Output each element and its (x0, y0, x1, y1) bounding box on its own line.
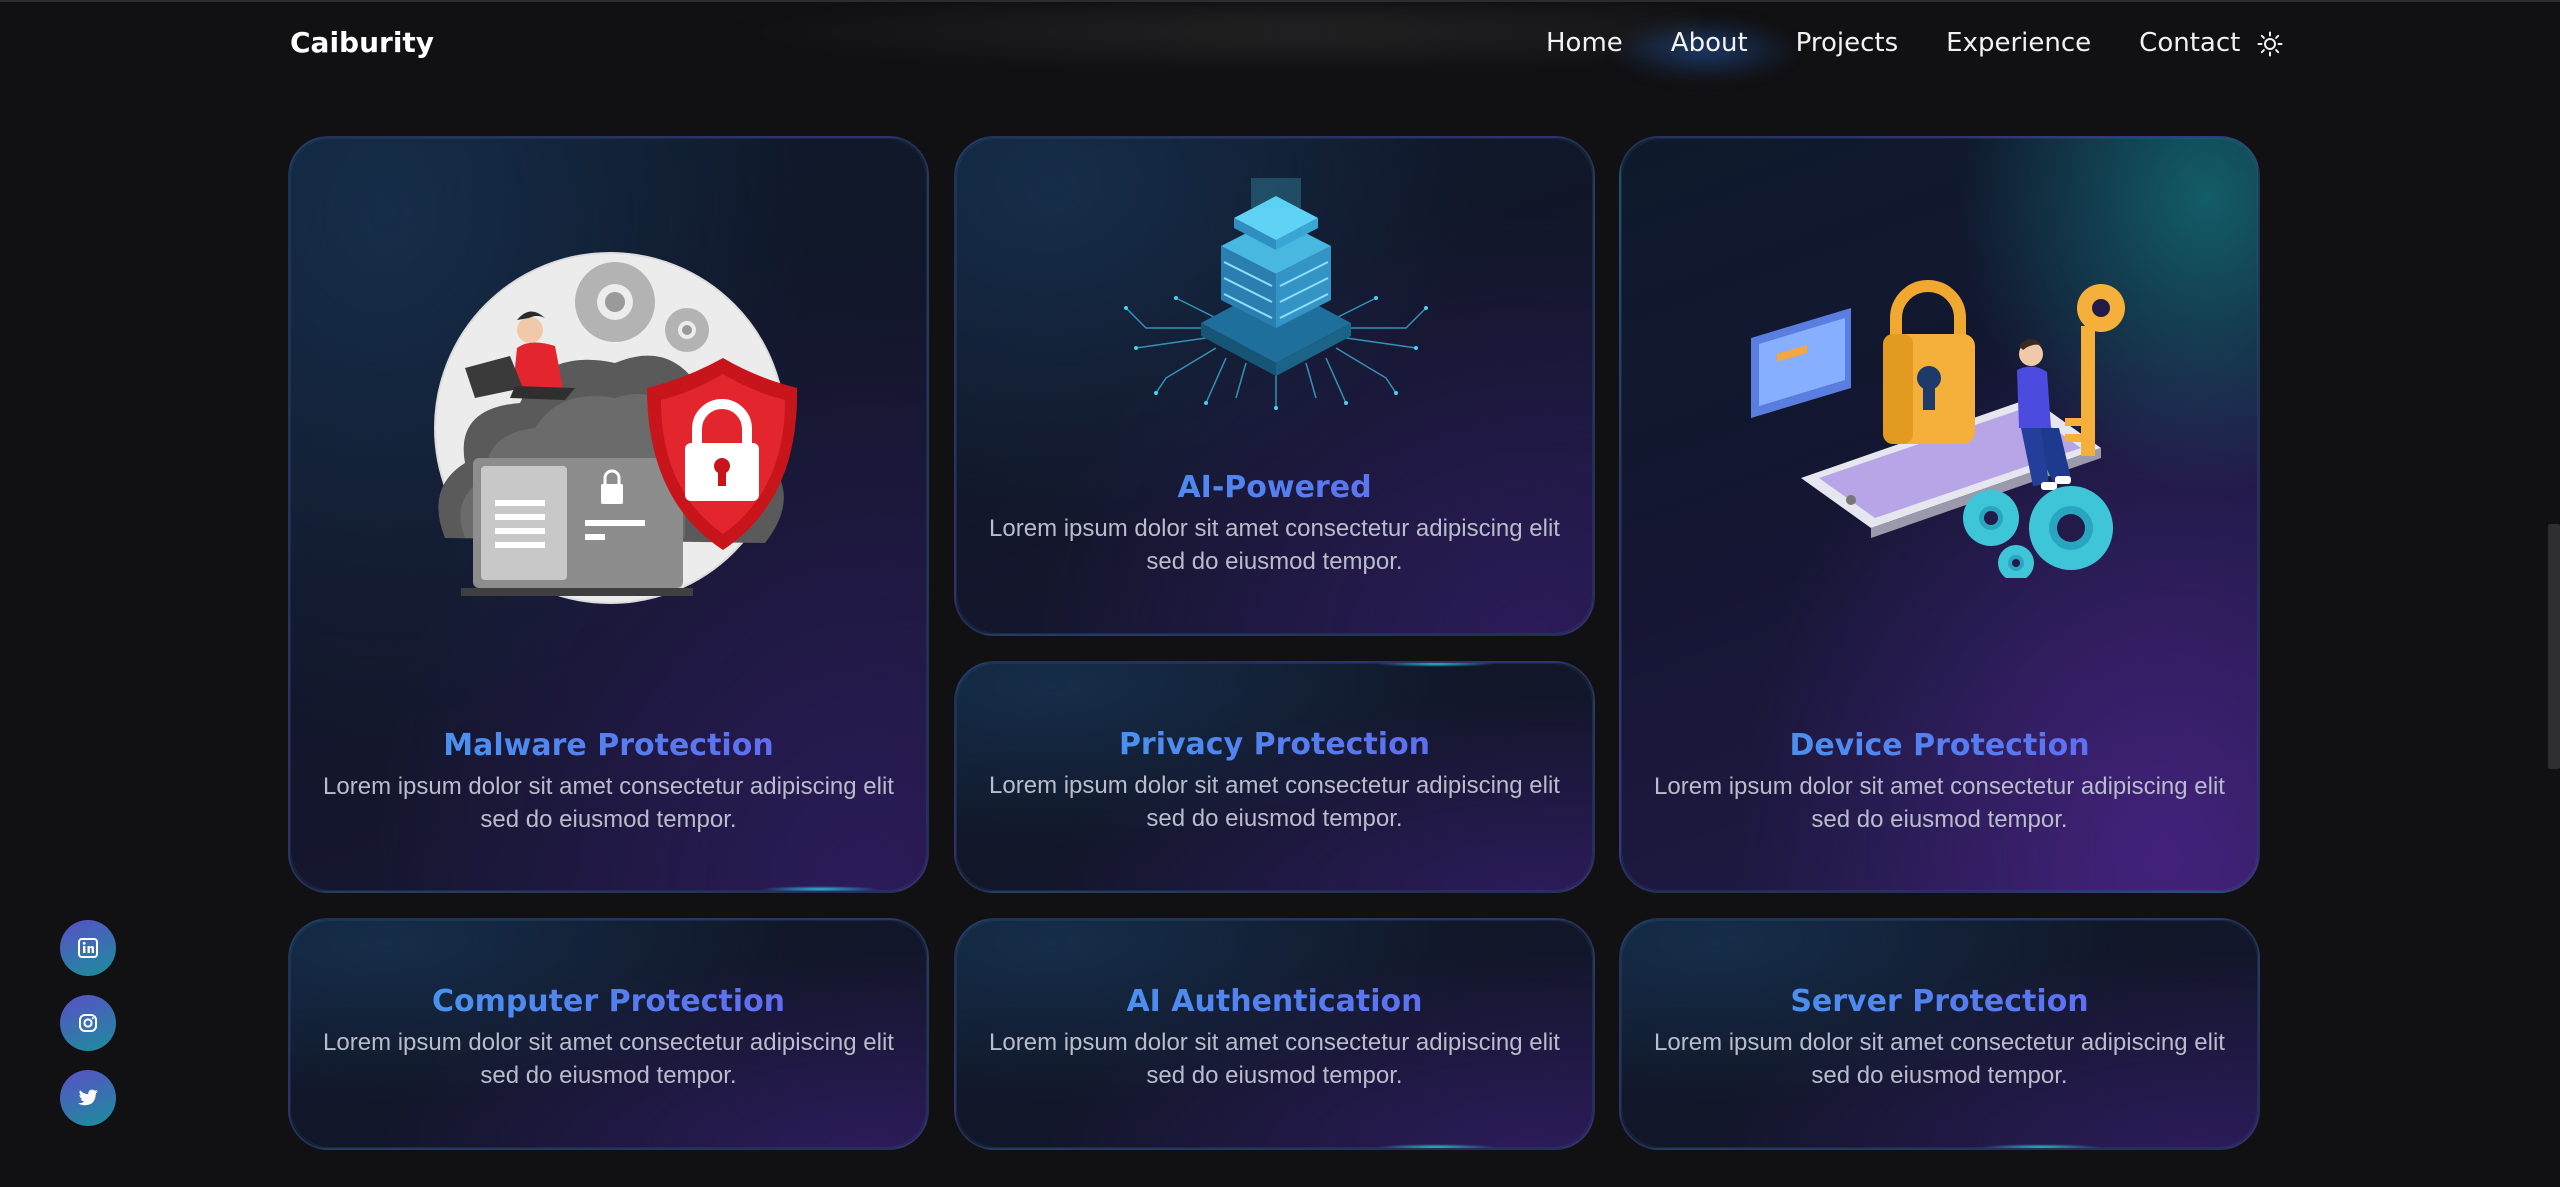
card-edge-glow (1376, 1144, 1496, 1148)
card-malware-protection[interactable]: Malware Protection Lorem ipsum dolor sit… (288, 136, 929, 893)
card-title: Privacy Protection (956, 727, 1593, 762)
nav-link-contact[interactable]: Contact (2139, 28, 2240, 58)
card-description: Lorem ipsum dolor sit amet consectetur a… (323, 1029, 894, 1089)
ai-chip-illustration (1124, 178, 1428, 410)
card-title: Computer Protection (290, 984, 927, 1019)
card-ai-authentication[interactable]: AI Authentication Lorem ipsum dolor sit … (954, 918, 1595, 1150)
card-title: Malware Protection (290, 728, 927, 763)
card-description: Lorem ipsum dolor sit amet consectetur a… (1654, 1029, 2225, 1089)
card-title: Server Protection (1621, 984, 2258, 1019)
top-border (0, 0, 2560, 2)
nav-link-home[interactable]: Home (1546, 28, 1623, 58)
card-description: Lorem ipsum dolor sit amet consectetur a… (989, 772, 1560, 832)
card-title: Device Protection (1621, 728, 2258, 763)
card-ai-powered[interactable]: AI-Powered Lorem ipsum dolor sit amet co… (954, 136, 1595, 636)
sun-icon[interactable] (2257, 31, 2283, 57)
cloud-shield-lock-illustration (434, 252, 798, 604)
card-title: AI-Powered (956, 470, 1593, 505)
nav-link-about[interactable]: About (1671, 28, 1748, 58)
card-edge-glow (1376, 663, 1496, 667)
instagram-icon[interactable] (60, 995, 116, 1051)
card-description: Lorem ipsum dolor sit amet consectetur a… (1654, 773, 2225, 833)
card-title: AI Authentication (956, 984, 1593, 1019)
card-server-protection[interactable]: Server Protection Lorem ipsum dolor sit … (1619, 918, 2260, 1150)
nav-links: Home About Projects Experience Contact (1546, 28, 2240, 58)
card-device-protection[interactable]: Device Protection Lorem ipsum dolor sit … (1619, 136, 2260, 893)
phone-padlock-key-illustration (1751, 280, 2125, 578)
brand-logo[interactable]: Caiburity (290, 26, 434, 59)
scrollbar-thumb[interactable] (2548, 524, 2560, 769)
nav-link-experience[interactable]: Experience (1946, 28, 2091, 58)
linkedin-icon[interactable] (60, 920, 116, 976)
nav-link-projects[interactable]: Projects (1796, 28, 1899, 58)
twitter-icon[interactable] (60, 1070, 116, 1126)
card-privacy-protection[interactable]: Privacy Protection Lorem ipsum dolor sit… (954, 661, 1595, 893)
card-description: Lorem ipsum dolor sit amet consectetur a… (323, 773, 894, 833)
card-description: Lorem ipsum dolor sit amet consectetur a… (989, 1029, 1560, 1089)
card-description: Lorem ipsum dolor sit amet consectetur a… (989, 515, 1560, 575)
card-edge-glow (760, 886, 880, 891)
card-computer-protection[interactable]: Computer Protection Lorem ipsum dolor si… (288, 918, 929, 1150)
card-edge-glow (1981, 1144, 2101, 1148)
